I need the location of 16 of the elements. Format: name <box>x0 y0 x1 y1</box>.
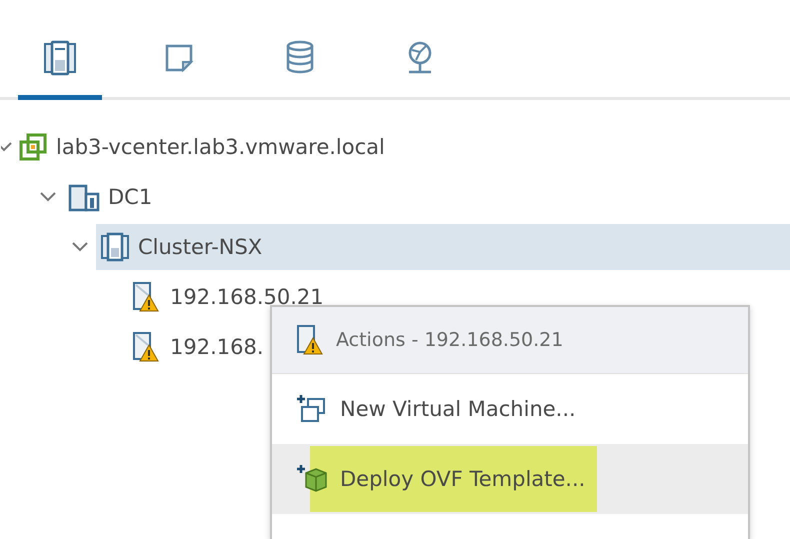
vcenter-icon <box>18 132 48 162</box>
chevron-icon[interactable] <box>39 191 57 203</box>
datacenter-icon <box>68 182 100 212</box>
tree-item[interactable]: Cluster-NSX <box>96 224 790 270</box>
cluster-icon <box>100 232 130 262</box>
tree-item[interactable]: lab3-vcenter.lab3.vmware.local <box>14 124 391 170</box>
menu-item[interactable]: New Virtual Machine... <box>272 374 748 444</box>
menu-title: Actions - 192.168.50.21 <box>336 329 564 351</box>
tree-item[interactable]: 192.168. <box>128 324 270 370</box>
database-icon <box>285 40 315 74</box>
chevron-icon[interactable] <box>1 141 13 153</box>
hosts-clusters-icon <box>43 40 77 76</box>
chevron-icon[interactable] <box>71 241 89 253</box>
tree-item[interactable]: DC1 <box>64 174 158 220</box>
menu-item[interactable]: Deploy OVF Template... <box>272 444 748 514</box>
tree-item[interactable]: 192.168.50.21 <box>128 274 330 320</box>
